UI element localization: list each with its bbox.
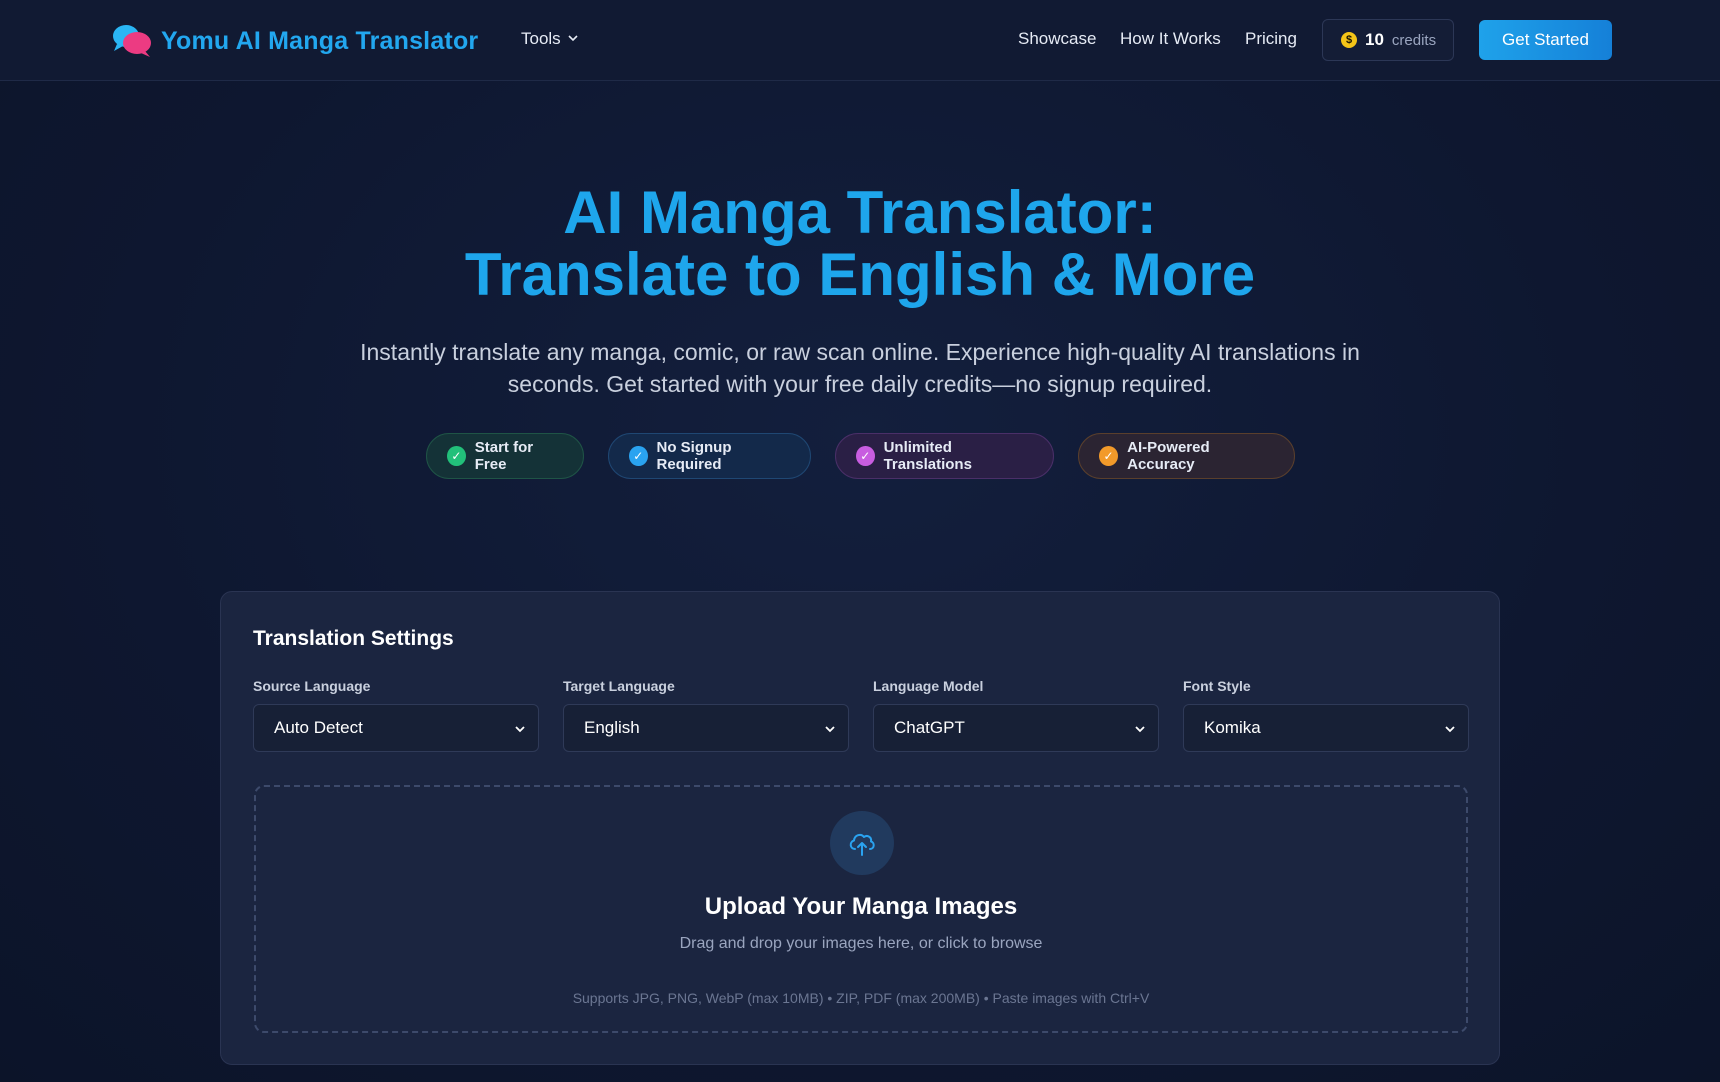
- badge-start-free: ✓ Start for Free: [426, 433, 584, 479]
- nav-pricing[interactable]: Pricing: [1245, 29, 1297, 49]
- font-style-label: Font Style: [1183, 678, 1251, 694]
- target-language-label: Target Language: [563, 678, 675, 694]
- language-model-select[interactable]: ChatGPT: [873, 704, 1159, 752]
- badge-label: AI-Powered Accuracy: [1127, 439, 1210, 473]
- badge-label: No Signup Required: [656, 439, 732, 473]
- language-model-value: ChatGPT: [894, 718, 965, 737]
- chevron-down-icon: [1444, 720, 1456, 740]
- title-line-2: Translate to English & More: [464, 241, 1256, 308]
- check-icon: ✓: [856, 446, 875, 466]
- check-icon: ✓: [447, 446, 466, 466]
- chat-bubbles-icon: [111, 22, 153, 60]
- badge-ai-accuracy: ✓ AI-Powered Accuracy: [1078, 433, 1295, 479]
- title-line-1: AI Manga Translator:: [563, 179, 1157, 246]
- font-style-value: Komika: [1204, 718, 1261, 737]
- badge-label: Unlimited Translations: [883, 439, 972, 473]
- source-language-label: Source Language: [253, 678, 371, 694]
- chevron-down-icon: [567, 29, 579, 49]
- brand-name: Yomu AI Manga Translator: [161, 26, 479, 55]
- hero-subtitle: Instantly translate any manga, comic, or…: [290, 336, 1430, 400]
- feature-badges: ✓ Start for Free ✓ No Signup Required ✓ …: [0, 433, 1720, 479]
- chevron-down-icon: [514, 720, 526, 740]
- badge-unlimited: ✓ Unlimited Translations: [835, 433, 1054, 479]
- translation-settings-card: Translation Settings Source Language Aut…: [220, 591, 1500, 1065]
- source-language-value: Auto Detect: [274, 718, 363, 737]
- target-language-select[interactable]: English: [563, 704, 849, 752]
- credits-label: credits: [1391, 31, 1437, 49]
- upload-title: Upload Your Manga Images: [704, 893, 1018, 920]
- tools-label: Tools: [521, 29, 561, 48]
- get-started-button[interactable]: Get Started: [1479, 20, 1612, 60]
- source-language-select[interactable]: Auto Detect: [253, 704, 539, 752]
- badge-label: Start for Free: [474, 439, 534, 473]
- credits-indicator[interactable]: $ 10 credits: [1322, 19, 1454, 61]
- cloud-upload-icon: [830, 811, 894, 875]
- credits-count: 10: [1365, 30, 1384, 49]
- chevron-down-icon: [824, 720, 836, 740]
- check-icon: ✓: [629, 446, 648, 466]
- tools-menu[interactable]: Tools: [521, 29, 579, 49]
- check-icon: ✓: [1099, 446, 1119, 466]
- nav-showcase[interactable]: Showcase: [1018, 29, 1096, 49]
- page-title: AI Manga Translator: Translate to Englis…: [0, 182, 1720, 306]
- top-navbar: Yomu AI Manga Translator Tools Showcase …: [0, 0, 1720, 81]
- coin-icon: $: [1341, 32, 1357, 48]
- upload-supported-formats: Supports JPG, PNG, WebP (max 10MB) • ZIP…: [572, 990, 1150, 1006]
- subtitle-line-2: seconds. Get started with your free dail…: [507, 371, 1213, 397]
- chevron-down-icon: [1134, 720, 1146, 740]
- target-language-value: English: [584, 718, 640, 737]
- language-model-label: Language Model: [873, 678, 984, 694]
- settings-title: Translation Settings: [253, 627, 454, 650]
- brand-logo[interactable]: Yomu AI Manga Translator: [111, 22, 478, 60]
- badge-no-signup: ✓ No Signup Required: [608, 433, 811, 479]
- upload-description: Drag and drop your images here, or click…: [679, 935, 1043, 952]
- nav-how-it-works[interactable]: How It Works: [1120, 29, 1221, 49]
- font-style-select[interactable]: Komika: [1183, 704, 1469, 752]
- subtitle-line-1: Instantly translate any manga, comic, or…: [360, 339, 1360, 365]
- upload-dropzone[interactable]: Upload Your Manga Images Drag and drop y…: [254, 785, 1468, 1033]
